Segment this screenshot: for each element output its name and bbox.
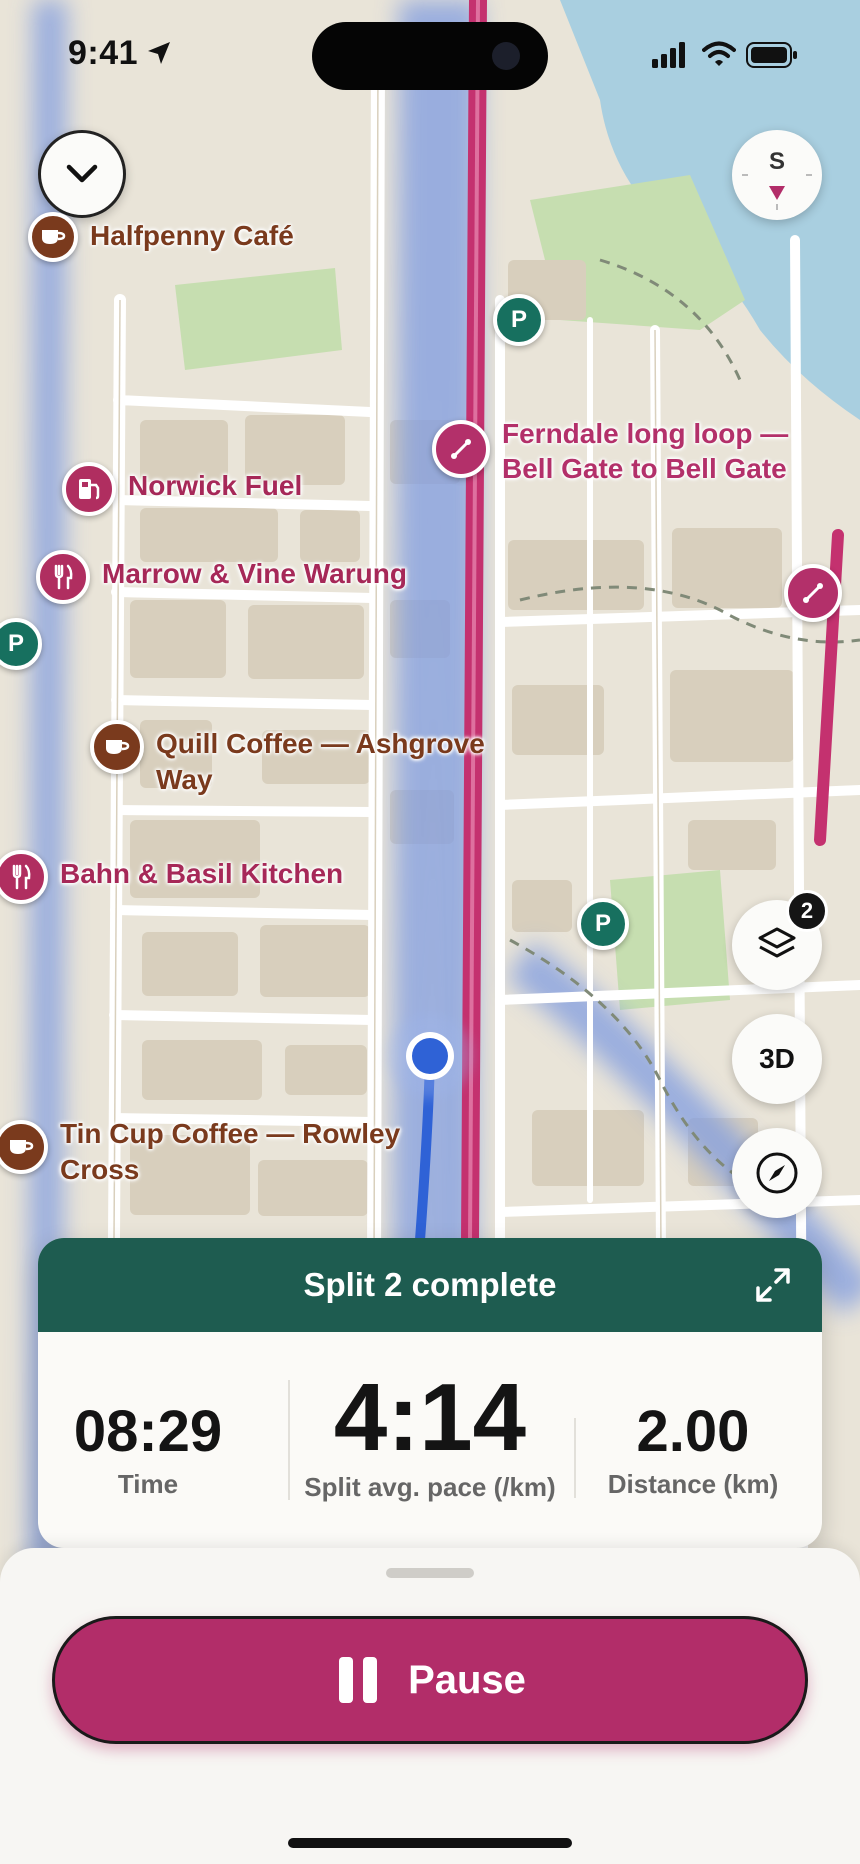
stat-divider — [574, 1418, 576, 1498]
distance-value: 2.00 — [636, 1399, 750, 1464]
map-layers-button[interactable]: 2 — [732, 890, 828, 990]
fuel-pump-icon — [62, 462, 116, 516]
route-icon — [432, 420, 490, 478]
compass-button[interactable]: S — [732, 130, 822, 220]
signal-icon — [652, 42, 685, 68]
navigation-icon — [756, 1152, 798, 1194]
status-time: 9:41 — [68, 34, 139, 72]
3d-toggle-button[interactable]: 3D — [732, 1014, 822, 1104]
coffee-cup-icon — [0, 1120, 48, 1174]
chevron-down-icon — [66, 164, 98, 183]
parking-pin[interactable]: P — [493, 294, 545, 346]
split-summary-card: Split 2 complete 08:29 Time 4:14 Split a… — [38, 1238, 822, 1548]
parking-pin[interactable]: P — [577, 898, 629, 950]
sheet-grabber[interactable] — [386, 1568, 474, 1578]
location-arrow-icon — [148, 42, 170, 64]
pause-button[interactable]: Pause — [52, 1616, 808, 1744]
bottom-sheet: Pause — [0, 1548, 860, 1864]
time-value: 08:29 — [73, 1399, 223, 1464]
poi-label: Halfpenny Café — [90, 220, 294, 251]
expand-icon[interactable] — [754, 1266, 792, 1304]
pace-value: 4:14 — [333, 1364, 527, 1471]
compass-icon — [742, 174, 812, 210]
collapse-button[interactable] — [38, 130, 126, 218]
coffee-cup-icon — [28, 212, 78, 262]
status-bar: 9:41 — [0, 0, 860, 110]
poi-label: Tin Cup Coffee — Rowley Cross — [60, 1118, 401, 1185]
poi-cafe[interactable]: Quill Coffee — Ashgrove Way — [90, 720, 516, 798]
poi-restaurant[interactable]: Bahn & Basil Kitchen — [0, 850, 343, 904]
dynamic-island — [312, 22, 548, 90]
battery-icon — [746, 42, 797, 68]
recenter-button[interactable] — [732, 1128, 822, 1218]
time-stat: 08:29 Time — [58, 1398, 238, 1500]
poi-label: Marrow & Vine Warung — [102, 558, 407, 589]
coffee-cup-icon — [90, 720, 144, 774]
distance-stat: 2.00 Distance (km) — [578, 1398, 808, 1500]
route-icon — [784, 564, 842, 622]
fork-knife-icon — [36, 550, 90, 604]
poi-fuel[interactable]: Norwick Fuel — [62, 462, 302, 516]
pause-icon — [334, 1657, 382, 1703]
split-card-header: Split 2 complete — [38, 1238, 822, 1332]
poi-restaurant[interactable]: Marrow & Vine Warung — [36, 550, 407, 604]
route-label: Ferndale long loop — Bell Gate to Bell G… — [502, 418, 789, 484]
home-indicator — [288, 1838, 572, 1848]
wifi-icon — [702, 41, 736, 66]
layers-icon — [758, 927, 796, 958]
poi-label: Quill Coffee — Ashgrove Way — [156, 728, 485, 795]
time-caption: Time — [117, 1469, 179, 1499]
route-marker[interactable]: Ferndale long loop — Bell Gate to Bell G… — [432, 418, 832, 486]
poi-cafe[interactable]: Halfpenny Café — [28, 212, 294, 262]
split-title: Split 2 complete — [303, 1266, 557, 1303]
distance-caption: Distance (km) — [607, 1469, 779, 1499]
poi-label: Bahn & Basil Kitchen — [60, 858, 344, 889]
poi-cafe[interactable]: Tin Cup Coffee — Rowley Cross — [0, 1118, 430, 1188]
route-marker[interactable] — [784, 564, 842, 622]
poi-label: Norwick Fuel — [128, 470, 303, 501]
pace-stat: 4:14 Split avg. pace (/km) — [290, 1368, 570, 1503]
pace-caption: Split avg. pace (/km) — [304, 1472, 556, 1502]
layers-count-badge: 2 — [786, 890, 828, 932]
pause-label: Pause — [408, 1657, 526, 1702]
fork-knife-icon — [0, 850, 48, 904]
